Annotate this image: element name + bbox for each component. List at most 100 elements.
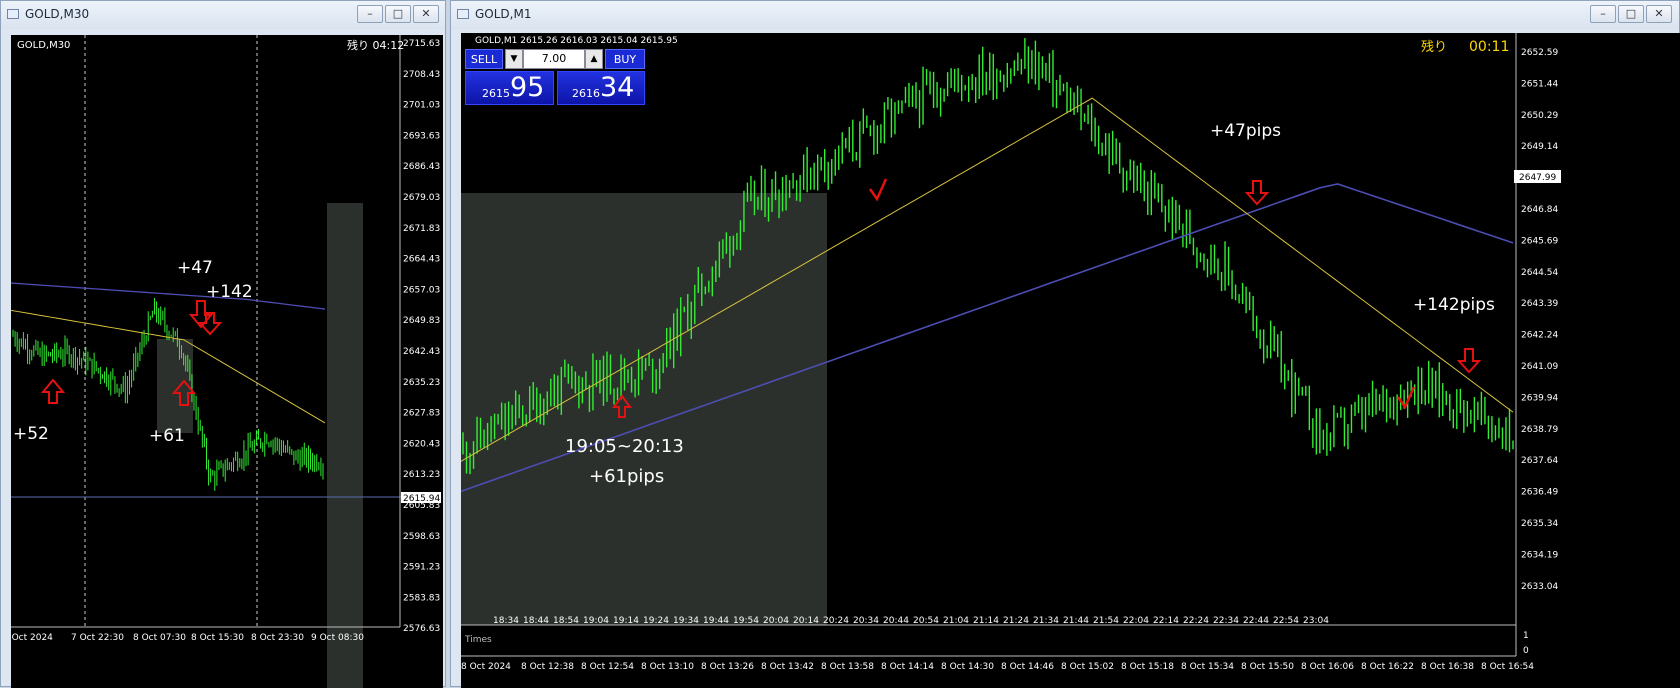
right-chart-area[interactable]: 2652.59 2651.44 2650.29 2649.14 2647.99 2646.… <box>461 33 1680 688</box>
left-price-tick: 2693.63 <box>403 131 440 141</box>
right-time-tick: 18:54 <box>553 616 579 626</box>
check-mark-icon <box>868 178 888 202</box>
left-time-tick: 8 Oct 07:30 <box>133 633 186 643</box>
left-price-tick: 2649.83 <box>403 316 440 326</box>
left-current-price: 2615.94 <box>403 494 440 504</box>
sell-signal-arrow-icon <box>1456 348 1482 374</box>
sell-button[interactable]: SELL <box>465 49 503 69</box>
right-time-tick: 22:44 <box>1243 616 1269 626</box>
buy-button[interactable]: BUY <box>605 49 645 69</box>
maximize-button[interactable]: □ <box>385 5 411 23</box>
right-current-price: 2647.99 <box>1519 173 1556 183</box>
buy-price-big: 34 <box>600 72 635 103</box>
right-time-tick: 19:14 <box>613 616 639 626</box>
left-price-tick: 2715.63 <box>403 39 440 49</box>
right-date-tick: 8 Oct 13:42 <box>761 662 814 672</box>
timer-value: 00:11 <box>1469 39 1509 55</box>
left-chart-svg: 2715.63 2708.43 2701.03 2693.63 2686.43 2679.… <box>11 35 443 688</box>
right-annotation-4: +61pips <box>589 466 664 487</box>
right-price-tick: 2650.29 <box>1521 111 1558 121</box>
right-price-tick: 2641.09 <box>1521 362 1558 372</box>
right-price-tick: 2646.84 <box>1521 205 1558 215</box>
minimize-button[interactable]: – <box>1590 5 1616 23</box>
right-price-tick: 2634.19 <box>1521 550 1558 560</box>
buy-price-box[interactable]: 2616 34 <box>557 71 645 105</box>
left-titlebar[interactable]: GOLD,M30 – □ ✕ <box>1 1 445 29</box>
right-price-tick: 2652.59 <box>1521 48 1558 58</box>
left-price-tick: 2620.43 <box>403 439 440 449</box>
sell-signal-arrow-icon <box>1244 180 1270 206</box>
right-window-title: GOLD,M1 <box>475 7 532 21</box>
right-titlebar[interactable]: GOLD,M1 – □ ✕ <box>451 1 1679 29</box>
lot-increase-button[interactable]: ▲ <box>585 49 603 69</box>
left-price-tick: 2657.03 <box>403 285 440 295</box>
left-price-tick: 2701.03 <box>403 101 440 111</box>
left-highlight-bar <box>327 203 363 688</box>
left-chart-area[interactable]: 2715.63 2708.43 2701.03 2693.63 2686.43 2679.… <box>11 35 443 688</box>
left-time-tick: 7 Oct 2024 <box>11 633 53 643</box>
right-time-tick: 20:44 <box>883 616 909 626</box>
left-annotation-1: +47 <box>177 258 213 278</box>
right-date-tick: 8 Oct 2024 <box>461 662 511 672</box>
left-chart-label: GOLD,M30 <box>17 40 70 51</box>
right-time-tick: 22:14 <box>1153 616 1179 626</box>
right-time-tick: 19:54 <box>733 616 759 626</box>
right-time-tick: 19:24 <box>643 616 669 626</box>
minimize-button[interactable]: – <box>357 5 383 23</box>
left-chart-window[interactable]: GOLD,M30 – □ ✕ 2715.63 2708.43 2701.03 2693… <box>0 0 446 688</box>
right-chart-svg: 2652.59 2651.44 2650.29 2649.14 2647.99 2646.… <box>461 33 1680 688</box>
right-time-tick: 21:04 <box>943 616 969 626</box>
left-annotation-3: +52 <box>13 424 49 444</box>
left-price-tick: 2627.83 <box>403 409 440 419</box>
right-annotation-2: +142pips <box>1413 295 1495 315</box>
sub-tick-1: 1 <box>1523 631 1529 641</box>
right-date-tick: 8 Oct 12:54 <box>581 662 634 672</box>
buy-price-small: 2616 <box>572 87 600 100</box>
left-price-tick: 2635.23 <box>403 378 440 388</box>
sell-price-big: 95 <box>510 72 545 103</box>
left-price-tick: 2671.83 <box>403 224 440 234</box>
right-time-tick: 20:14 <box>793 616 819 626</box>
close-button[interactable]: ✕ <box>413 5 439 23</box>
lot-decrease-button[interactable]: ▼ <box>505 49 523 69</box>
right-date-tick: 8 Oct 16:22 <box>1361 662 1414 672</box>
sell-price-box[interactable]: 2615 95 <box>465 71 554 105</box>
right-date-tick: 8 Oct 16:38 <box>1421 662 1474 672</box>
right-date-tick: 8 Oct 14:14 <box>881 662 934 672</box>
right-chart-window[interactable]: GOLD,M1 – □ ✕ 2652.59 2651.44 2650.29 2649.… <box>450 0 1680 688</box>
left-time-tick: 8 Oct 23:30 <box>251 633 304 643</box>
right-time-tick: 19:04 <box>583 616 609 626</box>
right-date-tick: 8 Oct 15:18 <box>1121 662 1174 672</box>
right-chart-label: GOLD,M1 2615.26 2616.03 2615.04 2615.95 <box>475 36 678 46</box>
left-price-tick: 2591.23 <box>403 563 440 573</box>
one-click-trade-panel: SELL ▼ 7.00 ▲ BUY 2615 95 2616 34 <box>465 49 647 107</box>
left-price-tick: 2583.83 <box>403 593 440 603</box>
right-time-tick: 23:04 <box>1303 616 1329 626</box>
right-price-tick: 2643.39 <box>1521 299 1558 309</box>
left-price-tick: 2686.43 <box>403 162 440 172</box>
right-price-tick: 2645.69 <box>1521 236 1558 246</box>
left-time-tick: 8 Oct 15:30 <box>191 633 244 643</box>
left-price-tick: 2576.63 <box>403 624 440 634</box>
buy-signal-arrow-icon <box>40 378 66 404</box>
chart-window-icon <box>7 9 19 19</box>
left-price-tick: 2642.43 <box>403 347 440 357</box>
right-time-tick: 22:54 <box>1273 616 1299 626</box>
subwindow-label: Times <box>464 635 492 645</box>
sell-price-small: 2615 <box>482 87 510 100</box>
maximize-button[interactable]: □ <box>1618 5 1644 23</box>
chart-window-icon <box>457 9 469 19</box>
left-time-tick: 7 Oct 22:30 <box>71 633 124 643</box>
right-time-tick: 20:54 <box>913 616 939 626</box>
right-price-tick: 2633.04 <box>1521 582 1558 592</box>
left-price-tick: 2598.63 <box>403 532 440 542</box>
left-timer: 残り 04:12 <box>347 38 404 52</box>
right-price-tick: 2651.44 <box>1521 79 1558 89</box>
right-price-tick: 2636.49 <box>1521 488 1558 498</box>
right-price-tick: 2639.94 <box>1521 393 1558 403</box>
timer-label: 残り <box>1421 40 1447 55</box>
lot-size-input[interactable]: 7.00 <box>523 49 585 69</box>
right-time-tick: 18:34 <box>493 616 519 626</box>
close-button[interactable]: ✕ <box>1646 5 1672 23</box>
right-time-tick: 21:24 <box>1003 616 1029 626</box>
